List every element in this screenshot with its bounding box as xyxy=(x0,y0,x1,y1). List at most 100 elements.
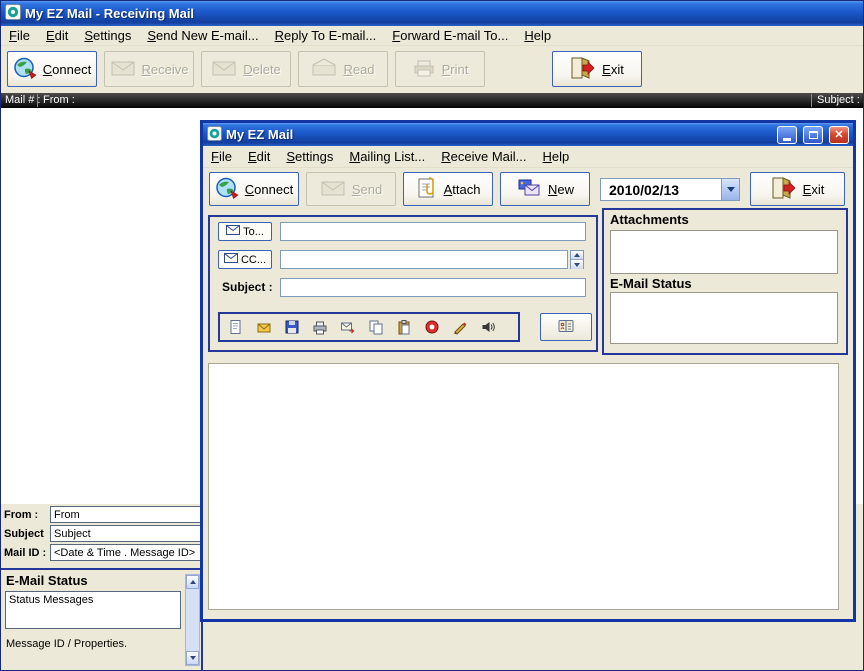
menu-receive-mail[interactable]: Receive Mail... xyxy=(433,147,534,166)
spinner-up-icon[interactable] xyxy=(571,251,583,260)
date-value: 2010/02/13 xyxy=(601,179,721,200)
receive-envelope-icon xyxy=(110,58,136,81)
menu-settings[interactable]: Settings xyxy=(76,26,139,45)
close-icon: ✕ xyxy=(834,128,843,141)
cc-button-label: CC... xyxy=(241,254,266,266)
scroll-up-icon[interactable] xyxy=(186,575,199,589)
header-mail-number: Mail # : xyxy=(5,93,40,108)
menu-settings[interactable]: Settings xyxy=(278,147,341,166)
envelope-icon xyxy=(224,253,238,266)
cc-spinner xyxy=(570,250,584,269)
send-button: Send xyxy=(306,172,396,206)
menu-send-new-email[interactable]: Send New E-mail... xyxy=(139,26,266,45)
copy-icon[interactable] xyxy=(366,317,386,337)
status-scrollbar[interactable] xyxy=(185,574,200,666)
cc-row: CC... xyxy=(210,250,596,269)
attachments-status-panel: Attachments E-Mail Status xyxy=(602,208,848,355)
attachments-box[interactable] xyxy=(610,230,838,274)
menu-file[interactable]: File xyxy=(1,26,38,45)
save-icon[interactable] xyxy=(282,317,302,337)
message-body[interactable] xyxy=(208,363,839,610)
menu-forward-email-to[interactable]: Forward E-mail To... xyxy=(384,26,516,45)
status-messages-text: Status Messages xyxy=(9,594,93,606)
new-button[interactable]: New xyxy=(500,172,590,206)
subject-label: Subject : xyxy=(222,278,273,297)
to-button[interactable]: To... xyxy=(218,222,272,241)
subject-row: Subject : xyxy=(210,278,596,297)
email-status-panel: E-Mail Status Status Messages Message ID… xyxy=(1,568,203,670)
delete-envelope-icon xyxy=(211,58,237,81)
email-status-title: E-Mail Status xyxy=(610,276,692,291)
receive-label: Receive xyxy=(142,62,189,77)
exit-button[interactable]: Exit xyxy=(552,51,642,87)
exit-door-icon xyxy=(570,56,596,83)
menu-help[interactable]: Help xyxy=(535,147,578,166)
receive-button: Receive xyxy=(104,51,194,87)
connect-button[interactable]: Connect xyxy=(7,51,97,87)
maximize-icon xyxy=(809,131,818,139)
delete-label: Delete xyxy=(243,62,281,77)
exit-button[interactable]: Exit xyxy=(750,172,845,206)
connect-label: Connect xyxy=(43,62,91,77)
address-book-button[interactable] xyxy=(540,313,592,341)
menu-mailing-list[interactable]: Mailing List... xyxy=(341,147,433,166)
status-footer-text: Message ID / Properties. xyxy=(6,638,127,650)
header-separator xyxy=(811,94,812,107)
app-icon xyxy=(5,4,21,23)
paste-icon[interactable] xyxy=(394,317,414,337)
connect-button[interactable]: Connect xyxy=(209,172,299,206)
exit-door-icon xyxy=(771,176,797,203)
menu-help[interactable]: Help xyxy=(516,26,559,45)
attach-label: Attach xyxy=(444,182,481,197)
to-input[interactable] xyxy=(280,222,586,241)
mail-list-header: Mail # : From : Subject : xyxy=(1,93,863,108)
send-mail-icon[interactable] xyxy=(338,317,358,337)
signature-icon[interactable] xyxy=(450,317,470,337)
minimize-icon xyxy=(783,138,791,141)
scroll-down-icon[interactable] xyxy=(186,651,199,665)
email-status-box xyxy=(610,292,838,344)
header-separator xyxy=(37,94,38,107)
cc-input[interactable] xyxy=(280,250,568,269)
paperclip-document-icon xyxy=(416,176,438,203)
new-mail-icon xyxy=(516,177,542,202)
open-message-icon[interactable] xyxy=(254,317,274,337)
main-toolbar: Connect Receive Delete Read Print Exit xyxy=(1,46,863,93)
cc-button[interactable]: CC... xyxy=(218,250,272,269)
header-subject: Subject : xyxy=(817,93,860,108)
envelope-icon xyxy=(226,225,240,238)
menu-reply-to-email[interactable]: Reply To E-mail... xyxy=(267,26,385,45)
format-iconbar xyxy=(218,312,520,342)
read-label: Read xyxy=(343,62,374,77)
compose-titlebar: My EZ Mail ✕ xyxy=(203,123,853,146)
menu-edit[interactable]: Edit xyxy=(38,26,76,45)
exit-label: Exit xyxy=(602,62,624,77)
menu-file[interactable]: File xyxy=(203,147,240,166)
stamp-icon[interactable] xyxy=(422,317,442,337)
subject-input[interactable] xyxy=(280,278,586,297)
print-button: Print xyxy=(395,51,485,87)
close-button[interactable]: ✕ xyxy=(829,126,849,144)
date-select[interactable]: 2010/02/13 xyxy=(600,178,740,201)
compose-window: My EZ Mail ✕ File Edit Settings Mailing … xyxy=(200,120,856,622)
send-label: Send xyxy=(352,182,382,197)
attach-button[interactable]: Attach xyxy=(403,172,493,206)
menu-edit[interactable]: Edit xyxy=(240,147,278,166)
address-panel: To... CC... Subject : xyxy=(208,215,598,352)
main-menubar: File Edit Settings Send New E-mail... Re… xyxy=(1,26,863,46)
sound-icon[interactable] xyxy=(478,317,498,337)
send-envelope-icon xyxy=(320,178,346,201)
maximize-button[interactable] xyxy=(803,126,823,144)
header-from: From : xyxy=(43,93,75,108)
new-document-icon[interactable] xyxy=(226,317,246,337)
exit-label: Exit xyxy=(803,182,825,197)
globe-icon xyxy=(215,176,239,203)
chevron-down-icon[interactable] xyxy=(721,179,739,200)
minimize-button[interactable] xyxy=(777,126,797,144)
app-icon xyxy=(207,126,222,144)
address-book-icon xyxy=(557,318,575,337)
new-label: New xyxy=(548,182,574,197)
main-window-title: My EZ Mail - Receiving Mail xyxy=(25,6,859,21)
print-icon[interactable] xyxy=(310,317,330,337)
spinner-down-icon[interactable] xyxy=(571,260,583,269)
